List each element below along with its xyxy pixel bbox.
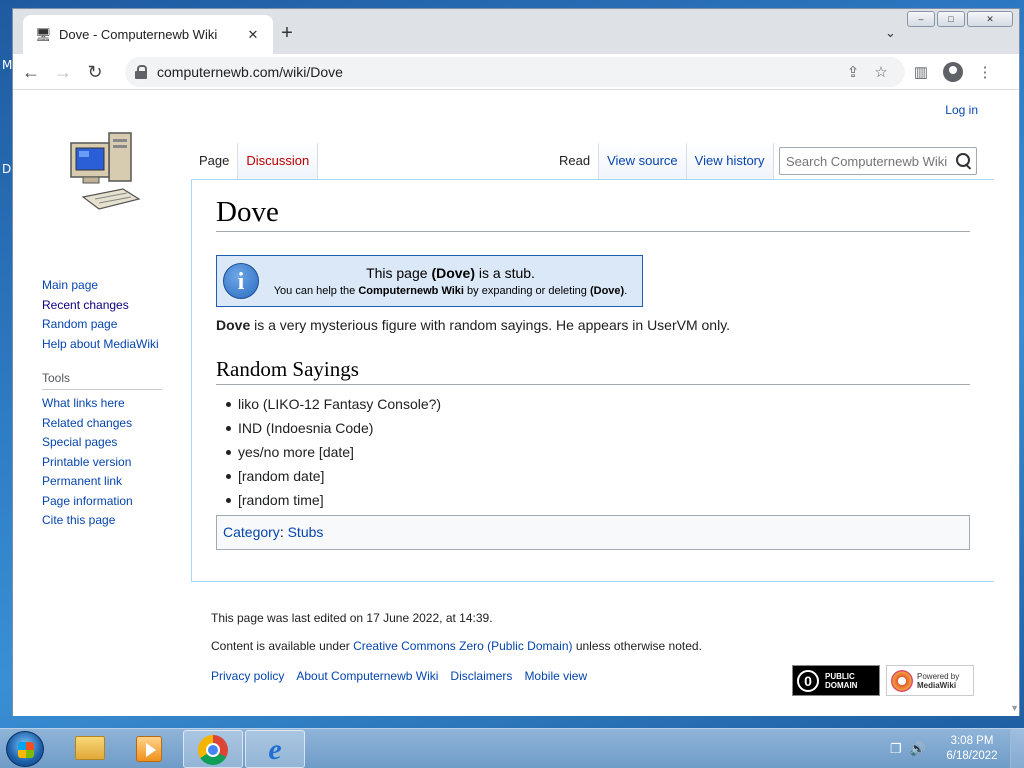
media-player-taskbar-button[interactable] xyxy=(120,730,180,768)
sidebar-item-help[interactable]: Help about MediaWiki xyxy=(42,335,162,355)
clock-date: 6/18/2022 xyxy=(946,750,998,762)
sidebar-item-printable-version[interactable]: Printable version xyxy=(42,453,162,473)
sidebar-item-cite-this-page[interactable]: Cite this page xyxy=(42,511,162,531)
forward-arrow-icon[interactable]: → xyxy=(49,58,77,86)
tab-read[interactable]: Read xyxy=(551,143,600,179)
computer-logo-icon[interactable] xyxy=(65,127,145,217)
sidebar-item-related-changes[interactable]: Related changes xyxy=(42,414,162,434)
reload-icon[interactable]: ↻ xyxy=(81,58,109,86)
new-tab-button[interactable]: + xyxy=(277,23,297,43)
clock-time: 3:08 PM xyxy=(950,735,994,747)
about-link[interactable]: About Computernewb Wiki xyxy=(296,669,438,683)
internet-explorer-icon: e xyxy=(268,733,282,766)
browser-window: 🖥 Dove - Computernewb Wiki ✕ + ⌄ – □ ✕ ←… xyxy=(12,8,1020,716)
tools-heading: Tools xyxy=(42,370,162,390)
disclaimers-link[interactable]: Disclaimers xyxy=(450,669,512,683)
category-links: Category: Stubs xyxy=(216,515,970,550)
bookmark-star-icon[interactable]: ☆ xyxy=(867,63,895,81)
sidebar-item-recent-changes[interactable]: Recent changes xyxy=(42,296,162,316)
sidebar-item-permanent-link[interactable]: Permanent link xyxy=(42,472,162,492)
tab-page[interactable]: Page xyxy=(191,143,239,179)
list-item: [random date] xyxy=(226,464,441,488)
clock[interactable]: 3:08 PM 6/18/2022 xyxy=(944,734,1000,764)
search-icon[interactable] xyxy=(956,153,972,169)
menu-kebab-icon[interactable]: ⋮ xyxy=(969,63,1001,81)
system-tray: ❐ 🔊 xyxy=(890,741,926,757)
profile-avatar-icon[interactable] xyxy=(943,61,963,82)
computer-favicon-icon: 🖥 xyxy=(35,26,52,42)
lock-icon[interactable] xyxy=(135,64,147,79)
chrome-icon xyxy=(198,735,228,765)
sayings-list: liko (LIKO-12 Fantasy Console?) IND (Ind… xyxy=(226,392,441,512)
network-icon[interactable]: ❐ xyxy=(890,741,902,757)
content-area: Dove i This page (Dove) is a stub. You c… xyxy=(191,179,994,582)
tab-discussion[interactable]: Discussion xyxy=(238,143,319,179)
footer-info: This page was last edited on 17 June 202… xyxy=(211,609,702,665)
page-title: Dove xyxy=(216,196,970,232)
privacy-policy-link[interactable]: Privacy policy xyxy=(211,669,284,683)
window-controls: – □ ✕ xyxy=(907,11,1013,27)
share-icon[interactable]: ⇪ xyxy=(839,63,867,81)
close-window-button[interactable]: ✕ xyxy=(967,11,1013,27)
scroll-down-icon[interactable]: ▼ xyxy=(1010,703,1019,713)
license-text: Content is available under Creative Comm… xyxy=(211,639,702,653)
mobile-view-link[interactable]: Mobile view xyxy=(524,669,587,683)
chrome-taskbar-button[interactable] xyxy=(183,730,243,768)
title-bar: 🖥 Dove - Computernewb Wiki ✕ + ⌄ – □ ✕ xyxy=(13,9,1019,54)
ie-taskbar-button[interactable]: e xyxy=(245,730,305,768)
public-domain-badge[interactable]: 0 PUBLIC DOMAIN xyxy=(792,665,880,696)
desktop-icon-fragment: M xyxy=(2,58,13,72)
sidebar-item-main-page[interactable]: Main page xyxy=(42,276,162,296)
close-tab-icon[interactable]: ✕ xyxy=(245,27,261,43)
start-button[interactable] xyxy=(6,731,44,767)
login-link[interactable]: Log in xyxy=(945,103,978,117)
sidebar-item-page-information[interactable]: Page information xyxy=(42,492,162,512)
minimize-button[interactable]: – xyxy=(907,11,935,27)
tab-view-source[interactable]: View source xyxy=(599,143,687,179)
volume-icon[interactable]: 🔊 xyxy=(910,741,926,757)
browser-tab[interactable]: 🖥 Dove - Computernewb Wiki ✕ xyxy=(23,15,273,54)
tab-search-chevron-icon[interactable]: ⌄ xyxy=(885,25,896,41)
stub-notice: i This page (Dove) is a stub. You can he… xyxy=(216,255,643,307)
browser-toolbar: ← → ↻ computernewb.com/wiki/Dove ⇪ ☆ ▥ ⋮ xyxy=(13,54,1019,90)
folder-icon xyxy=(75,736,105,760)
maximize-button[interactable]: □ xyxy=(937,11,965,27)
show-desktop-button[interactable] xyxy=(1010,729,1024,768)
public-domain-icon: 0 xyxy=(797,669,819,692)
search-input[interactable] xyxy=(786,153,948,169)
info-icon: i xyxy=(223,263,259,299)
sidebar: Main page Recent changes Random page Hel… xyxy=(42,276,162,531)
side-panel-icon[interactable]: ▥ xyxy=(905,63,937,81)
list-item: liko (LIKO-12 Fantasy Console?) xyxy=(226,392,441,416)
back-arrow-icon[interactable]: ← xyxy=(17,58,45,86)
namespace-tabs: Page Discussion xyxy=(191,143,319,179)
tab-title: Dove - Computernewb Wiki xyxy=(59,27,218,42)
sidebar-item-special-pages[interactable]: Special pages xyxy=(42,433,162,453)
intro-paragraph: Dove is a very mysterious figure with ra… xyxy=(216,317,731,333)
list-item: yes/no more [date] xyxy=(226,440,441,464)
category-label-link[interactable]: Category xyxy=(223,524,280,540)
powered-by-mediawiki-badge[interactable]: Powered by MediaWiki xyxy=(886,665,974,696)
web-page: Log in Main page Recent changes Random p… xyxy=(13,91,1019,716)
address-bar[interactable]: computernewb.com/wiki/Dove ⇪ ☆ xyxy=(125,56,905,87)
license-link[interactable]: Creative Commons Zero (Public Domain) xyxy=(353,639,572,653)
section-heading: Random Sayings xyxy=(216,357,970,385)
desktop-icon-fragment: D xyxy=(2,162,12,176)
mediawiki-flower-icon xyxy=(891,669,913,692)
list-item: [random time] xyxy=(226,488,441,512)
sidebar-item-random-page[interactable]: Random page xyxy=(42,315,162,335)
view-tabs: Read View source View history xyxy=(551,143,774,179)
footer-links: Privacy policy About Computernewb Wiki D… xyxy=(211,669,587,683)
last-edited-text: This page was last edited on 17 June 202… xyxy=(211,611,493,625)
url-text[interactable]: computernewb.com/wiki/Dove xyxy=(157,64,839,80)
explorer-taskbar-button[interactable] xyxy=(60,730,120,768)
tab-view-history[interactable]: View history xyxy=(686,143,774,179)
sidebar-item-what-links-here[interactable]: What links here xyxy=(42,394,162,414)
search-box xyxy=(779,147,977,175)
taskbar: e ❐ 🔊 3:08 PM 6/18/2022 xyxy=(0,728,1024,768)
list-item: IND (Indoesnia Code) xyxy=(226,416,441,440)
category-stubs-link[interactable]: Stubs xyxy=(288,524,324,540)
media-player-icon xyxy=(136,736,162,762)
